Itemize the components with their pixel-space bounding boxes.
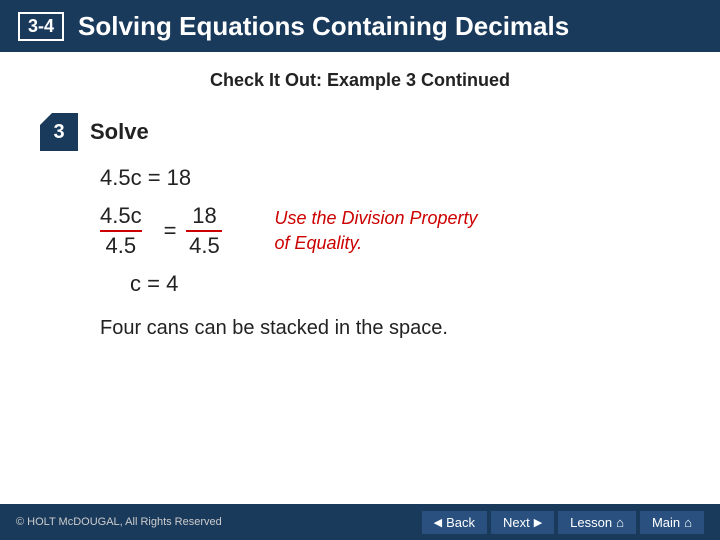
lesson-label: Lesson [570,515,612,530]
back-arrow-icon: ◀ [434,516,442,529]
math-block: 4.5c = 18 4.5c 4.5 = 18 4.5 Use the Divi… [40,165,680,340]
equals-sign: = [164,218,177,244]
right-denominator: 4.5 [186,232,222,259]
next-button[interactable]: Next ▶ [491,511,554,534]
step-label: Solve [90,119,149,145]
footer: © HOLT McDOUGAL, All Rights Reserved ◀ B… [0,504,720,540]
left-denominator: 4.5 [103,232,139,259]
right-numerator: 18 [186,203,222,232]
left-numerator: 4.5c [100,203,142,232]
equation-line1: 4.5c = 18 [100,165,680,191]
step-row: 3 Solve [40,113,680,151]
fraction-division-row: 4.5c 4.5 = 18 4.5 Use the Division Prope… [100,203,680,259]
subtitle: Check It Out: Example 3 Continued [40,70,680,91]
left-fraction: 4.5c 4.5 [100,203,142,259]
header: 3-4 Solving Equations Containing Decimal… [0,0,720,52]
right-fraction: 18 4.5 [186,203,222,259]
main-label: Main [652,515,680,530]
result-line: c = 4 [100,271,680,297]
division-explanation: Use the Division Property of Equality. [274,206,477,256]
copyright: © HOLT McDOUGAL, All Rights Reserved [16,516,222,528]
footer-buttons: ◀ Back Next ▶ Lesson ⌂ Main ⌂ [422,511,704,534]
back-button[interactable]: ◀ Back [422,511,487,534]
lesson-badge: 3-4 [18,12,64,41]
lesson-home-icon: ⌂ [616,515,624,530]
back-label: Back [446,515,475,530]
lesson-button[interactable]: Lesson ⌂ [558,511,636,534]
step-badge: 3 [40,113,78,151]
next-label: Next [503,515,530,530]
explanation-line1: Use the Division Property [274,206,477,231]
header-title: Solving Equations Containing Decimals [78,11,569,42]
explanation-line2: of Equality. [274,231,477,256]
conclusion: Four cans can be stacked in the space. [100,317,680,340]
main-home-icon: ⌂ [684,515,692,530]
main-content: Check It Out: Example 3 Continued 3 Solv… [0,52,720,350]
main-button[interactable]: Main ⌂ [640,511,704,534]
next-arrow-icon: ▶ [534,516,542,529]
step-number: 3 [53,121,64,144]
